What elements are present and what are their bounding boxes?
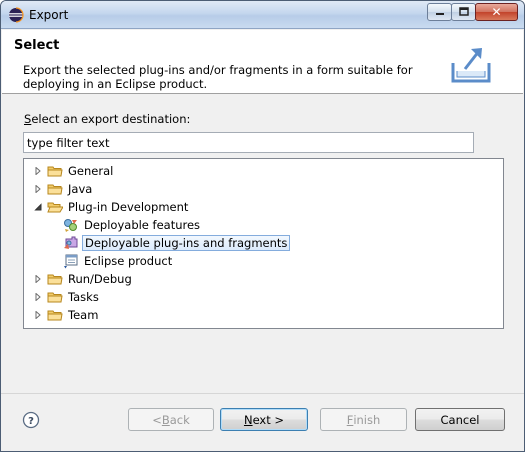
back-button[interactable]: < Back	[128, 408, 214, 431]
tree-item-label: Tasks	[68, 289, 99, 304]
tree-item-eclipse-product[interactable]: Eclipse product	[63, 252, 174, 269]
tree-item-run-debug[interactable]: Run/Debug	[33, 270, 134, 287]
expand-arrow-icon[interactable]	[33, 274, 43, 284]
folder-icon	[47, 271, 63, 287]
window-title: Export	[29, 8, 69, 22]
tree-item-deployable-plugins[interactable]: Deployable plug-ins and fragments	[63, 234, 291, 251]
collapse-arrow-icon[interactable]	[33, 202, 43, 212]
tree-item-label: Run/Debug	[68, 271, 132, 286]
help-icon[interactable]: ?	[22, 411, 40, 429]
page-title: Select	[14, 38, 60, 53]
destination-label: Select an export destination:	[24, 112, 191, 126]
tree-item-team[interactable]: Team	[33, 306, 100, 323]
export-dialog: Export ✕ Select Export the selected plug…	[0, 0, 525, 452]
expand-arrow-icon[interactable]	[33, 310, 43, 320]
tree-item-label: Java	[68, 181, 93, 196]
folder-icon	[47, 181, 63, 197]
minimize-button[interactable]	[427, 3, 452, 21]
expand-arrow-icon[interactable]	[33, 292, 43, 302]
tree-item-label: Plug-in Development	[68, 199, 189, 214]
feature-icon	[63, 217, 79, 233]
title-bar[interactable]: Export ✕	[1, 1, 524, 29]
product-icon	[63, 253, 79, 269]
tree-item-label: General	[68, 163, 114, 178]
wizard-header: Select Export the selected plug-ins and/…	[2, 30, 523, 94]
close-icon: ✕	[491, 5, 502, 19]
folder-icon	[47, 289, 63, 305]
cancel-button[interactable]: Cancel	[415, 408, 505, 431]
expand-arrow-icon[interactable]	[33, 184, 43, 194]
svg-text:?: ?	[28, 416, 34, 427]
finish-button[interactable]: Finish	[320, 408, 407, 431]
tree-item-deployable-features[interactable]: Deployable features	[63, 216, 202, 233]
next-button[interactable]: Next >	[220, 408, 308, 431]
tree-item-label: Deployable plug-ins and fragments	[82, 234, 291, 251]
tree-item-label: Team	[68, 307, 99, 322]
tree-item-tasks[interactable]: Tasks	[33, 288, 101, 305]
expand-arrow-icon[interactable]	[33, 166, 43, 176]
close-button[interactable]: ✕	[475, 3, 518, 21]
folder-icon	[47, 307, 63, 323]
eclipse-icon	[8, 7, 24, 23]
filter-input[interactable]	[23, 132, 474, 153]
tree-item-general[interactable]: General	[33, 162, 115, 179]
folder-icon	[47, 163, 63, 179]
footer-separator	[1, 393, 524, 394]
export-wizard-icon	[447, 41, 495, 89]
tree-item-java[interactable]: Java	[33, 180, 94, 197]
tree-item-plugin-development[interactable]: Plug-in Development	[33, 198, 190, 215]
page-description: Export the selected plug-ins and/or frag…	[23, 63, 413, 91]
plugin-icon	[63, 235, 79, 251]
maximize-button[interactable]	[451, 3, 476, 21]
folder-open-icon	[47, 199, 63, 215]
tree-item-label: Deployable features	[84, 217, 201, 232]
destination-tree[interactable]: General Java Plug-in Development Deploya…	[23, 158, 504, 329]
tree-item-label: Eclipse product	[84, 253, 173, 268]
